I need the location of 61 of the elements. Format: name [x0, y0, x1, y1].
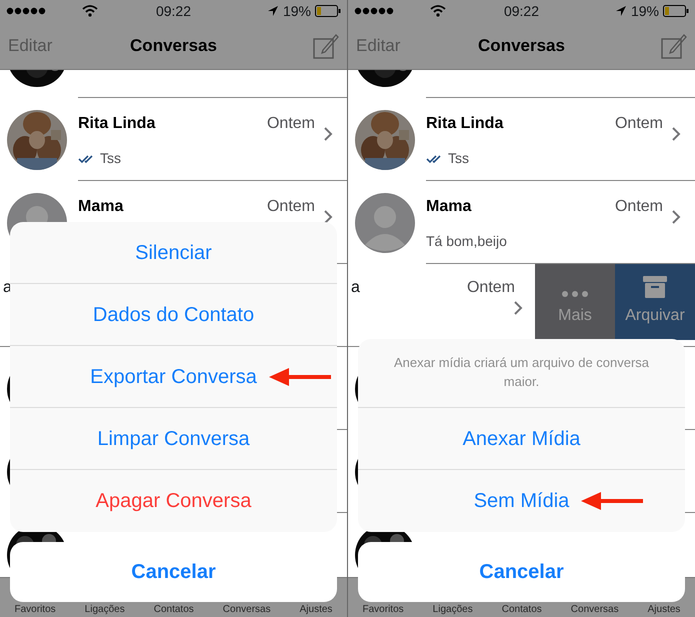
chevron-icon: [323, 209, 333, 225]
battery-percentage: 19%: [630, 2, 659, 20]
sheet-message: Anexar mídia criará um arquivo de conversa maior.: [358, 339, 685, 408]
cancel-button[interactable]: Cancelar: [358, 542, 685, 602]
contact-name: Rita Linda: [78, 114, 156, 134]
archive-button[interactable]: Arquivar: [615, 264, 695, 340]
contact-name: Rita Linda: [426, 114, 504, 134]
status-time: 09:22: [156, 2, 192, 18]
tab-label[interactable]: Ligações: [432, 604, 473, 616]
chevron-icon: [671, 209, 681, 225]
chat-time: Ontem: [266, 197, 315, 217]
more-icon: [561, 290, 589, 298]
message-preview: Tss: [448, 149, 469, 168]
location-icon: [614, 5, 627, 17]
signal-icon: [354, 7, 394, 15]
compose-icon[interactable]: [313, 32, 339, 58]
battery-icon: [663, 5, 689, 17]
battery-percentage: 19%: [282, 2, 311, 20]
chat-time: Ontem: [614, 197, 663, 217]
action-item[interactable]: Anexar Mídia: [462, 424, 580, 454]
edit-link[interactable]: Editar: [356, 32, 400, 58]
tab-label[interactable]: Conversas: [570, 604, 619, 616]
wifi-icon: [82, 5, 98, 17]
contact-name: Mama: [426, 197, 472, 217]
nav-title: Conversas: [478, 36, 565, 55]
status-time: 09:22: [504, 2, 540, 18]
edit-link[interactable]: Editar: [8, 32, 52, 58]
action-item[interactable]: Apagar Conversa: [96, 486, 252, 516]
message-preview: Tá bom,beijo: [426, 232, 507, 251]
chevron-icon: [323, 126, 333, 142]
tab-label[interactable]: Contatos: [154, 604, 194, 616]
chevron-icon: [513, 300, 523, 316]
battery-icon: [315, 5, 341, 17]
action-item[interactable]: Limpar Conversa: [97, 424, 250, 454]
chevron-icon: [671, 126, 681, 142]
action-item[interactable]: Sem Mídia: [474, 486, 570, 516]
contact-name: Mama: [78, 197, 124, 217]
compose-icon[interactable]: [661, 32, 687, 58]
message-preview: Tss: [100, 149, 121, 168]
action-item[interactable]: Exportar Conversa: [90, 362, 257, 392]
tab-label[interactable]: Contatos: [502, 604, 542, 616]
archive-icon: [643, 276, 667, 298]
action-item[interactable]: Dados do Contato: [92, 300, 254, 330]
contact-name: a: [351, 278, 360, 298]
cancel-button[interactable]: Cancelar: [10, 542, 337, 602]
tab-label[interactable]: Conversas: [222, 604, 271, 616]
more-button[interactable]: Mais: [535, 264, 615, 340]
nav-title: Conversas: [130, 36, 217, 55]
chat-time: Ontem: [266, 114, 315, 134]
tab-label[interactable]: Ligações: [84, 604, 125, 616]
tab-label[interactable]: Favoritos: [362, 604, 404, 616]
tab-label[interactable]: Ajustes: [648, 604, 680, 616]
tab-label[interactable]: Ajustes: [300, 604, 332, 616]
wifi-icon: [430, 5, 446, 17]
action-item[interactable]: Silenciar: [135, 238, 212, 268]
location-icon: [266, 5, 279, 17]
signal-icon: [6, 7, 46, 15]
chat-time: Ontem: [466, 278, 515, 298]
chat-time: Ontem: [614, 114, 663, 134]
avatar-icon: [355, 192, 415, 252]
tab-label[interactable]: Favoritos: [14, 604, 56, 616]
